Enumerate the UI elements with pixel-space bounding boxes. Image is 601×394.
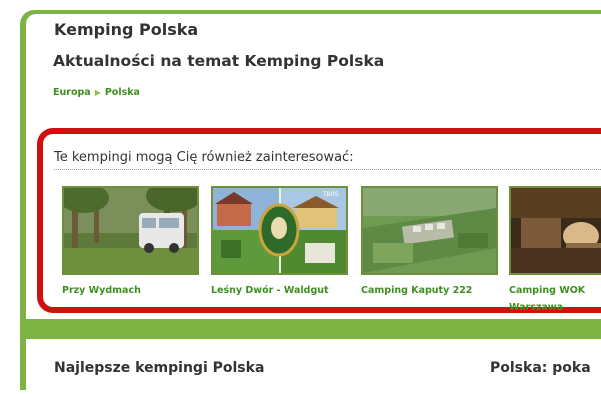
thumb-label-lesny-dwor[interactable]: Leśny Dwór - Waldgut — [211, 282, 329, 299]
breadcrumb-polska[interactable]: Polska — [105, 87, 140, 98]
thumb-label-camping-wok[interactable]: Camping WOK Warszawa — [509, 282, 585, 316]
page-heading: Aktualności na temat Kemping Polska — [53, 52, 385, 70]
thumb-camping-kaputy[interactable] — [361, 186, 498, 275]
best-campsites-title: Najlepsze kempingi Polska — [54, 360, 265, 376]
breadcrumb-arrow-icon: ▶ — [94, 88, 101, 97]
poland-map-title: Polska: poka — [490, 360, 591, 376]
thumb-label-camping-kaputy[interactable]: Camping Kaputy 222 — [361, 282, 472, 299]
recommendations-divider — [54, 169, 601, 170]
thumb-przy-wydmach[interactable] — [62, 186, 199, 275]
thumb-lesny-dwor[interactable]: TB0S — [211, 186, 348, 275]
section-separator — [26, 319, 601, 339]
recommendations-title: Te kempingi mogą Cię również zainteresow… — [54, 150, 354, 165]
breadcrumb: Europa ▶ Polska — [53, 87, 140, 98]
thumb-badge: TB0S — [322, 191, 339, 198]
site-title[interactable]: Kemping Polska — [54, 20, 198, 39]
breadcrumb-europa[interactable]: Europa — [53, 87, 91, 98]
thumb-camping-wok[interactable] — [509, 186, 601, 275]
thumb-label-przy-wydmach[interactable]: Przy Wydmach — [62, 282, 141, 299]
